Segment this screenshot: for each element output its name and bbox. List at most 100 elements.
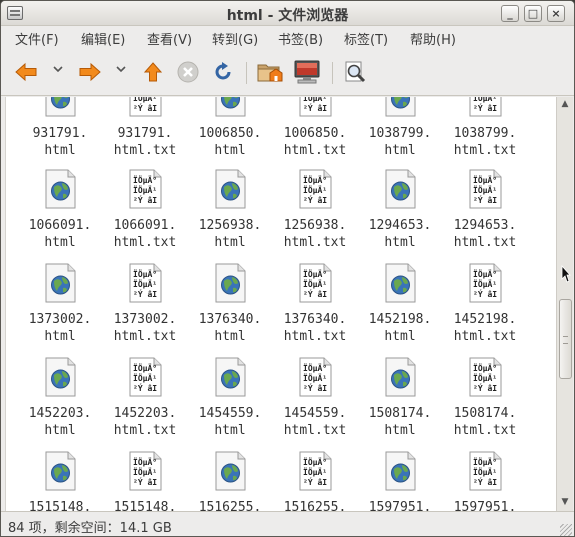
menu-bookmarks[interactable]: 书签(B) [278, 29, 323, 48]
file-item-txt[interactable]: ÏÖµÄ° ÏÖµÄ¹ ²Ý âI 1508174. html.txt [440, 357, 530, 439]
file-item-html[interactable]: 1515148.html [15, 451, 105, 511]
file-item-txt[interactable]: ÏÖµÄ°ÏÖµÄ¹²Ý âI1597951.html.txt [440, 451, 530, 511]
file-item-html[interactable]: 1452203. html [15, 357, 105, 439]
minimize-button[interactable]: _ [501, 5, 519, 22]
file-item-txt[interactable]: ÏÖµÄ°ÏÖµÄ¹²Ý âI1516255.html.txt [270, 451, 360, 511]
text-preview-line: ÏÖµÄ° [473, 457, 497, 467]
window-resize-grip[interactable] [560, 524, 572, 536]
html-file-icon [45, 169, 75, 209]
text-preview-line: ²Ý âI [473, 476, 497, 487]
home-folder-icon [257, 64, 283, 82]
file-item-html[interactable]: 1516255.html [185, 451, 275, 511]
stop-button[interactable] [175, 60, 201, 84]
text-file-icon: ÏÖµÄ°ÏÖµÄ¹²Ý âI [299, 97, 331, 117]
html-file-icon [385, 263, 415, 303]
file-extension: html.txt [113, 143, 177, 158]
file-extension: html [44, 329, 76, 344]
file-extension: html.txt [113, 423, 177, 438]
file-name: 1038799. [368, 126, 432, 141]
file-item-txt[interactable]: ÏÖµÄ° ÏÖµÄ¹ ²Ý âI 1066091. html.txt [100, 169, 190, 251]
file-item-txt[interactable]: ÏÖµÄ° ÏÖµÄ¹ ²Ý âI 1376340. html.txt [270, 263, 360, 345]
text-file-icon: ÏÖµÄ°ÏÖµÄ¹²Ý âI [299, 263, 331, 303]
file-item-txt[interactable]: ÏÖµÄ° ÏÖµÄ¹ ²Ý âI 1373002. html.txt [100, 263, 190, 345]
html-file-icon [45, 357, 75, 397]
file-item-html[interactable]: 1597951.html [355, 451, 445, 511]
menu-view[interactable]: 查看(V) [147, 29, 192, 48]
scroll-thumb[interactable] [559, 299, 572, 379]
file-name: 1515148. [113, 500, 177, 511]
file-name: 1454559. [198, 406, 262, 421]
file-item-html[interactable]: 1376340. html [185, 263, 275, 345]
file-icon-view[interactable]: 931791.htmlÏÖµÄ°ÏÖµÄ¹²Ý âI931791.html.tx… [5, 97, 556, 511]
menu-go[interactable]: 转到(G) [212, 29, 258, 48]
menu-help[interactable]: 帮助(H) [410, 29, 456, 48]
file-item-txt[interactable]: ÏÖµÄ° ÏÖµÄ¹ ²Ý âI 1452198. html.txt [440, 263, 530, 345]
file-item-html[interactable]: 1038799. html [355, 97, 445, 159]
title-bar[interactable]: html - 文件浏览器 _ □ × [1, 1, 574, 26]
file-item-txt[interactable]: ÏÖµÄ° ÏÖµÄ¹ ²Ý âI 1294653. html.txt [440, 169, 530, 251]
text-file-icon: ÏÖµÄ°ÏÖµÄ¹²Ý âI [469, 357, 501, 397]
text-file-icon: ÏÖµÄ°ÏÖµÄ¹²Ý âI [129, 451, 161, 491]
scroll-up-arrow-icon[interactable]: ▲ [557, 97, 573, 111]
vertical-scrollbar[interactable]: ▲ ▼ [556, 97, 573, 511]
computer-button[interactable] [294, 60, 320, 84]
file-item-txt[interactable]: ÏÖµÄ°ÏÖµÄ¹²Ý âI 931791. html.txt [100, 97, 190, 159]
scroll-down-arrow-icon[interactable]: ▼ [557, 495, 573, 509]
text-preview-line: ²Ý âI [303, 476, 327, 487]
toolbar-separator [332, 62, 333, 84]
file-item-html[interactable]: 931791. html [15, 97, 105, 159]
file-item-txt[interactable]: ÏÖµÄ°ÏÖµÄ¹²Ý âI1515148.html.txt [100, 451, 190, 511]
menu-tabs[interactable]: 标签(T) [344, 29, 388, 48]
file-item-html[interactable]: 1256938. html [185, 169, 275, 251]
file-item-html[interactable]: 1373002. html [15, 263, 105, 345]
html-file-icon [45, 451, 75, 491]
close-button[interactable]: × [547, 5, 565, 22]
text-preview-line: ÏÖµÄ° [303, 175, 327, 185]
text-preview-line: ÏÖµÄ° [473, 363, 497, 373]
up-button[interactable] [140, 60, 166, 84]
file-extension: html [214, 143, 246, 158]
file-item-html[interactable]: 1006850. html [185, 97, 275, 159]
back-history-dropdown[interactable] [51, 64, 65, 78]
back-button[interactable] [13, 60, 39, 84]
file-item-txt[interactable]: ÏÖµÄ°ÏÖµÄ¹²Ý âI 1006850. html.txt [270, 97, 360, 159]
text-preview-line: ÏÖµÄ¹ [133, 373, 157, 383]
file-browser-window: html - 文件浏览器 _ □ × 文件(F) 编辑(E) 查看(V) 转到(… [0, 0, 575, 537]
file-item-html[interactable]: 1508174. html [355, 357, 445, 439]
text-file-icon: ÏÖµÄ°ÏÖµÄ¹²Ý âI [129, 169, 161, 209]
stop-icon [177, 61, 199, 83]
forward-history-dropdown[interactable] [114, 64, 128, 78]
text-preview-line: ÏÖµÄ¹ [473, 97, 497, 103]
text-preview-line: ²Ý âI [303, 194, 327, 205]
reload-icon [215, 62, 231, 80]
file-extension: html [384, 423, 416, 438]
html-file-icon [215, 263, 245, 303]
file-item-html[interactable]: 1066091. html [15, 169, 105, 251]
file-name: 1376340. [283, 312, 347, 327]
text-preview-line: ÏÖµÄ¹ [473, 373, 497, 383]
file-item-html[interactable]: 1294653. html [355, 169, 445, 251]
file-item-txt[interactable]: ÏÖµÄ°ÏÖµÄ¹²Ý âI 1038799. html.txt [440, 97, 530, 159]
text-preview-line: ²Ý âI [473, 194, 497, 205]
up-arrow-icon [143, 62, 163, 82]
file-item-html[interactable]: 1452198. html [355, 263, 445, 345]
menu-edit[interactable]: 编辑(E) [81, 29, 125, 48]
menu-file[interactable]: 文件(F) [15, 29, 59, 48]
maximize-button[interactable]: □ [524, 5, 542, 22]
file-item-html[interactable]: 1454559. html [185, 357, 275, 439]
file-extension: html [44, 235, 76, 250]
html-file-icon [385, 97, 415, 117]
file-name: 1006850. [283, 126, 347, 141]
text-preview-line: ÏÖµÄ¹ [303, 97, 327, 103]
computer-icon [294, 60, 320, 84]
file-item-txt[interactable]: ÏÖµÄ° ÏÖµÄ¹ ²Ý âI 1256938. html.txt [270, 169, 360, 251]
html-file-icon [215, 357, 245, 397]
reload-button[interactable] [210, 60, 236, 84]
file-item-txt[interactable]: ÏÖµÄ° ÏÖµÄ¹ ²Ý âI 1452203. html.txt [100, 357, 190, 439]
forward-button[interactable] [77, 60, 103, 84]
file-item-txt[interactable]: ÏÖµÄ° ÏÖµÄ¹ ²Ý âI 1454559. html.txt [270, 357, 360, 439]
text-preview-line: ²Ý âI [133, 288, 157, 299]
search-button[interactable] [342, 60, 368, 84]
home-button[interactable] [257, 60, 283, 84]
text-preview-line: ÏÖµÄ¹ [133, 185, 157, 195]
